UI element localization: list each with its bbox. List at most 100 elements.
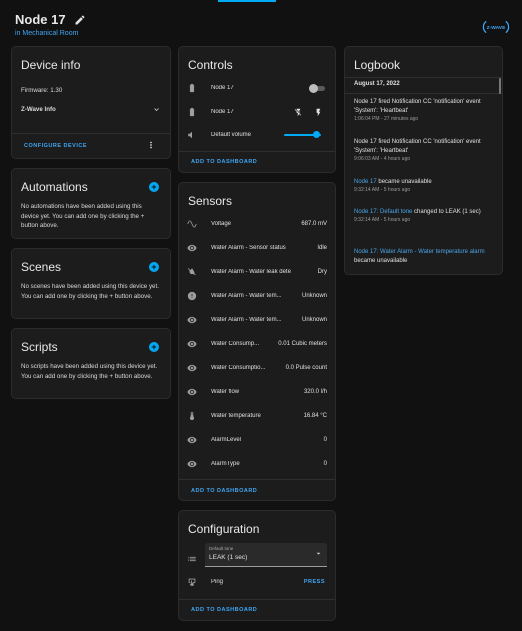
sensor-label: Water Alarm - Sensor status bbox=[211, 245, 286, 251]
logbook-entry[interactable]: Node 17 fired Notification CC 'notificat… bbox=[354, 98, 502, 123]
logbook-entity-link[interactable]: Node 17: Water Alarm - Water temperature… bbox=[354, 249, 485, 255]
sensor-label: Water temperature bbox=[211, 413, 261, 419]
logbook-time: 9:32:14 AM - 5 hours ago bbox=[354, 217, 411, 223]
sensor-value: 16.84 °C bbox=[303, 413, 327, 419]
scripts-card: Scripts + No scripts have been added usi… bbox=[11, 328, 171, 399]
add-to-dashboard-button[interactable]: ADD TO DASHBOARD bbox=[191, 607, 257, 613]
default-tone-select[interactable]: Default tone LEAK (1 sec) bbox=[205, 543, 327, 567]
sensor-row[interactable]: Water Alarm - Sensor status Idle bbox=[179, 241, 335, 255]
control-label: Default volume bbox=[211, 132, 252, 138]
control-row: Default volume bbox=[179, 128, 335, 142]
add-to-dashboard-button[interactable]: ADD TO DASHBOARD bbox=[191, 159, 257, 165]
logbook-time: 9:06:03 AM - 4 hours ago bbox=[354, 156, 411, 162]
add-to-dashboard-button[interactable]: ADD TO DASHBOARD bbox=[191, 488, 257, 494]
ping-row: Ping PRESS bbox=[179, 575, 335, 589]
control-label: Node 17 bbox=[211, 85, 234, 91]
card-divider bbox=[345, 77, 502, 78]
control-row: Node 17 bbox=[179, 105, 335, 119]
sensor-label: Water Alarm - Water leak detec... bbox=[211, 269, 291, 275]
logbook-entry[interactable]: Node 17: Default tone changed to LEAK (1… bbox=[354, 208, 502, 224]
sensor-row[interactable]: Water flow 320.0 l/h bbox=[179, 385, 335, 399]
sensor-label: AlarmLevel bbox=[211, 437, 242, 443]
flash-off-icon[interactable] bbox=[294, 108, 303, 117]
eye-icon bbox=[187, 387, 197, 397]
battery-icon bbox=[187, 107, 197, 117]
configuration-card: Configuration Default tone LEAK (1 sec) … bbox=[178, 510, 336, 621]
sensor-row[interactable]: Water Alarm - Water tem... Unknown bbox=[179, 289, 335, 303]
add-script-icon[interactable]: + bbox=[149, 342, 159, 352]
sensor-row[interactable]: Water Consump... 0.01 Cubic meters bbox=[179, 337, 335, 351]
device-header: Node 17 in Mechanical Room Z-WAVE bbox=[15, 12, 510, 42]
logbook-message: became unavailable bbox=[376, 179, 432, 185]
sensor-value: 687.0 mV bbox=[301, 221, 327, 227]
card-divider bbox=[345, 93, 502, 94]
configure-device-button[interactable]: CONFIGURE DEVICE bbox=[24, 143, 87, 149]
flash-icon[interactable] bbox=[314, 108, 323, 117]
zwave-info-expander[interactable]: Z-Wave Info bbox=[21, 104, 161, 116]
sensor-row[interactable]: AlarmType 0 bbox=[179, 457, 335, 471]
logbook-scrollbar[interactable] bbox=[499, 78, 501, 94]
logbook-entry[interactable]: Node 17 fired Notification CC 'notificat… bbox=[354, 138, 502, 163]
zwave-logo-text: Z-WAVE bbox=[487, 25, 506, 31]
scripts-empty-text: No scripts have been added using this de… bbox=[21, 363, 158, 380]
select-value: LEAK (1 sec) bbox=[209, 554, 248, 561]
sensor-row[interactable]: Water Alarm - Water tem... Unknown bbox=[179, 313, 335, 327]
volume-slider[interactable] bbox=[284, 131, 321, 139]
device-area-link[interactable]: in Mechanical Room bbox=[15, 30, 510, 37]
sensors-card: Sensors Voltage 687.0 mV Water Alarm - Sen… bbox=[178, 182, 336, 501]
sensor-value: 320.0 l/h bbox=[303, 389, 327, 395]
eye-icon bbox=[187, 243, 197, 253]
logbook-time: 9:32:14 AM - 5 hours ago bbox=[354, 187, 411, 193]
logbook-date: August 17, 2022 bbox=[354, 81, 400, 87]
sensor-row[interactable]: Voltage 687.0 mV bbox=[179, 217, 335, 231]
sine-wave-icon bbox=[187, 219, 197, 229]
card-divider bbox=[12, 133, 170, 134]
sensor-row[interactable]: Water temperature 16.84 °C bbox=[179, 409, 335, 423]
logbook-entry[interactable]: Node 17 became unavailable 9:32:14 AM - 5… bbox=[354, 178, 502, 194]
automations-title: Automations bbox=[21, 180, 88, 194]
active-tab-indicator bbox=[218, 0, 276, 2]
logbook-time: 1:06:04 PM - 27 minutes ago bbox=[354, 116, 419, 122]
sensor-value: Unknown bbox=[301, 293, 327, 299]
sensor-row[interactable]: Water Consumptio... 0.0 Pulse count bbox=[179, 361, 335, 375]
card-divider bbox=[179, 151, 335, 152]
scenes-title: Scenes bbox=[21, 260, 62, 274]
scenes-empty-text: No scenes have been added using this dev… bbox=[21, 283, 159, 300]
dropdown-arrow-icon bbox=[316, 552, 321, 555]
control-row: Node 17 bbox=[179, 81, 335, 95]
add-automation-icon[interactable]: + bbox=[149, 182, 159, 192]
card-divider bbox=[179, 479, 335, 480]
sensor-label: Water Consumptio... bbox=[211, 365, 266, 371]
sensor-row[interactable]: AlarmLevel 0 bbox=[179, 433, 335, 447]
sensor-label: Water Consump... bbox=[211, 341, 260, 347]
controls-card: Controls Node 17 Node 17 Default volume … bbox=[178, 46, 336, 173]
sensor-value: Idle bbox=[317, 245, 327, 251]
logbook-card: Logbook August 17, 2022 Node 17 fired No… bbox=[344, 46, 503, 275]
alert-circle-icon bbox=[187, 291, 197, 301]
logbook-entity-link[interactable]: Node 17: Default tone bbox=[354, 209, 412, 215]
sensor-label: AlarmType bbox=[211, 461, 240, 467]
configuration-title: Configuration bbox=[188, 522, 260, 536]
press-button[interactable]: PRESS bbox=[304, 579, 325, 585]
sensor-value: Unknown bbox=[301, 317, 327, 323]
eye-icon bbox=[187, 339, 197, 349]
battery-icon bbox=[187, 83, 197, 93]
chevron-down-icon bbox=[154, 108, 159, 111]
logbook-entity-link[interactable]: Node 17 bbox=[354, 179, 377, 185]
sensor-label: Water Alarm - Water tem... bbox=[211, 293, 282, 299]
pencil-icon[interactable] bbox=[74, 14, 86, 26]
device-info-card: Device info Firmware: 1.30 Z-Wave Info C… bbox=[11, 46, 171, 159]
sensor-label: Water flow bbox=[211, 389, 240, 395]
page-title: Node 17 bbox=[15, 12, 510, 27]
eye-icon bbox=[187, 435, 197, 445]
add-scene-icon[interactable]: + bbox=[149, 262, 159, 272]
logbook-message: changed to LEAK (1 sec) bbox=[412, 209, 481, 215]
logbook-message: Node 17 fired Notification CC 'notificat… bbox=[354, 139, 481, 154]
logbook-entry[interactable]: Node 17: Water Alarm - Water temperature… bbox=[354, 248, 502, 266]
sensor-value: 0 bbox=[323, 461, 327, 467]
sensor-row[interactable]: Water Alarm - Water leak detec... Dry bbox=[179, 265, 335, 279]
toggle-switch[interactable] bbox=[309, 84, 325, 93]
more-vert-icon[interactable] bbox=[146, 140, 156, 150]
volume-slider-thumb[interactable] bbox=[313, 131, 320, 138]
device-info-title: Device info bbox=[21, 58, 81, 72]
